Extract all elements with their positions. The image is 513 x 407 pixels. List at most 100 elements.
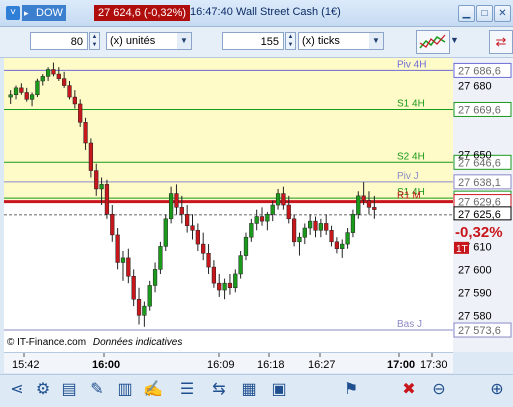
- level-label: Piv J: [397, 171, 419, 182]
- time-tick-label: 15:42: [12, 359, 40, 371]
- pivot-zone-band: [4, 58, 453, 200]
- candle-body: [8, 94, 13, 98]
- candle-body: [35, 80, 40, 96]
- title-bar: ⌄ ˅ ▸ DOW 27 624,6 (-0,32%) 16:47:40 Wal…: [0, 0, 513, 27]
- price-tick-label: 27 650: [458, 149, 492, 161]
- candle-body: [281, 193, 286, 206]
- candle-body: [24, 92, 29, 100]
- layout-icon[interactable]: ▦: [238, 379, 260, 401]
- delayed-data-note: Données indicatives: [92, 337, 183, 348]
- candle-body: [131, 276, 136, 300]
- time-axis[interactable]: 15:42 16:00 16:09 16:18 16:27 17:00 17:30: [4, 352, 453, 373]
- indicators-icon[interactable]: ▤: [58, 379, 80, 401]
- grid-icon[interactable]: ▣: [268, 379, 290, 401]
- period-stepper[interactable]: ▲ ▼: [89, 32, 100, 50]
- price-axis[interactable]: 27 686,627 669,627 646,627 638,127 630,6…: [453, 58, 513, 352]
- period-unit-label: (x) unités: [110, 35, 156, 47]
- candle-body: [324, 223, 329, 231]
- level-label: Bas J: [397, 319, 422, 330]
- candle-body: [211, 266, 217, 284]
- time-axis-canvas: 15:42 16:00 16:09 16:18 16:27 17:00 17:30: [12, 353, 448, 371]
- copyright-label: © IT-Finance.com: [7, 337, 87, 348]
- sync-icon[interactable]: ⇄: [489, 30, 513, 54]
- candle-body: [136, 298, 142, 316]
- candle-body: [163, 218, 168, 247]
- list-icon[interactable]: ☰: [176, 379, 198, 401]
- price-chart[interactable]: Piv 4H S1 4H S2 4H Piv J S1 4H R1 M Bas J © IT…: [4, 58, 453, 352]
- candle-body: [308, 220, 313, 229]
- chart-style-button[interactable]: [416, 30, 450, 54]
- drawing-tools-icon[interactable]: ✎: [86, 379, 108, 401]
- chevron-down-icon: ▼: [177, 33, 191, 49]
- compare-icon[interactable]: ⇆: [208, 379, 230, 401]
- level-price-label: 27 669,6: [458, 104, 501, 116]
- candle-body: [40, 76, 45, 82]
- candle-body: [115, 234, 120, 263]
- candle-body: [222, 282, 227, 291]
- candle-body: [51, 69, 56, 75]
- candle-body: [174, 193, 179, 208]
- time-tick-label: 16:00: [92, 359, 120, 371]
- alert-icon[interactable]: ⚑: [340, 379, 362, 401]
- candle-body: [62, 78, 67, 86]
- ticks-unit-label: (x) ticks: [302, 35, 340, 47]
- price-axis-canvas: 27 686,627 669,627 646,627 638,127 630,6…: [453, 62, 512, 338]
- level-label: S2 4H: [397, 151, 425, 162]
- candle-body: [110, 213, 115, 236]
- chart-style-icon: [419, 34, 446, 49]
- candle-body: [45, 69, 51, 77]
- share-icon[interactable]: ⋖: [6, 379, 28, 401]
- candle-body: [185, 213, 190, 226]
- last-update-time: 16:47:40: [190, 6, 233, 18]
- time-tick-label: 16:18: [257, 359, 285, 371]
- ticks-stepper[interactable]: ▲ ▼: [285, 32, 296, 50]
- candle-body: [265, 213, 270, 222]
- candle-body: [190, 225, 195, 231]
- minimize-icon[interactable]: ▁: [458, 5, 475, 22]
- candle-body: [302, 227, 307, 238]
- candle-body: [217, 282, 222, 291]
- ticks-unit-dropdown[interactable]: (x) ticks ▼: [298, 32, 384, 50]
- candle-body: [249, 223, 254, 238]
- chart-footer: © IT-Finance.com Données indicatives: [7, 337, 182, 348]
- candle-body: [104, 184, 110, 215]
- maximize-icon[interactable]: □: [476, 5, 493, 22]
- zoom-out-icon[interactable]: ⊖: [428, 379, 450, 401]
- chevron-down-icon[interactable]: ▼: [450, 35, 460, 47]
- candle-body: [238, 255, 243, 275]
- candle-body: [56, 73, 61, 79]
- candle-body: [195, 230, 200, 245]
- chart-type-icon[interactable]: ▥: [114, 379, 136, 401]
- edit-icon[interactable]: ✍: [142, 379, 164, 401]
- settings-icon[interactable]: ⚙: [32, 379, 54, 401]
- candle-body: [206, 253, 211, 268]
- candle-body: [179, 207, 184, 215]
- level-label: S1 4H: [397, 98, 425, 109]
- period-unit-dropdown[interactable]: (x) unités ▼: [106, 32, 192, 50]
- candle-body: [372, 207, 377, 210]
- price-tick-label: 27 580: [458, 310, 492, 322]
- menu-chevron-icon[interactable]: ˅: [6, 6, 20, 20]
- chevron-down-icon: ▼: [369, 33, 383, 49]
- time-tick-label: 17:00: [387, 359, 415, 371]
- candle-body: [78, 103, 83, 123]
- candle-body: [361, 195, 366, 201]
- close-icon[interactable]: ✕: [494, 5, 511, 22]
- chart-canvas[interactable]: Piv 4HS1 4HS2 4HPiv JS1 4HR1 MBas J: [4, 58, 453, 352]
- candle-body: [168, 193, 174, 220]
- period-count-field[interactable]: 80: [30, 32, 88, 50]
- level-price-label: 27 686,6: [458, 65, 501, 77]
- candle-body: [275, 193, 281, 206]
- candle-body: [227, 282, 233, 289]
- symbol-label[interactable]: ▸ DOW: [22, 5, 66, 21]
- candle-body: [254, 216, 259, 224]
- candle-body: [99, 184, 104, 190]
- change-percent-label: -0,32%: [455, 224, 503, 241]
- ticks-count-field[interactable]: 155: [222, 32, 284, 50]
- level-price-label: 27 638,1: [458, 177, 501, 189]
- zoom-in-icon[interactable]: ⊕: [486, 379, 508, 401]
- candle-body: [88, 142, 94, 171]
- delete-icon[interactable]: ✖: [398, 379, 420, 401]
- candle-body: [147, 285, 152, 307]
- candle-body: [313, 220, 318, 231]
